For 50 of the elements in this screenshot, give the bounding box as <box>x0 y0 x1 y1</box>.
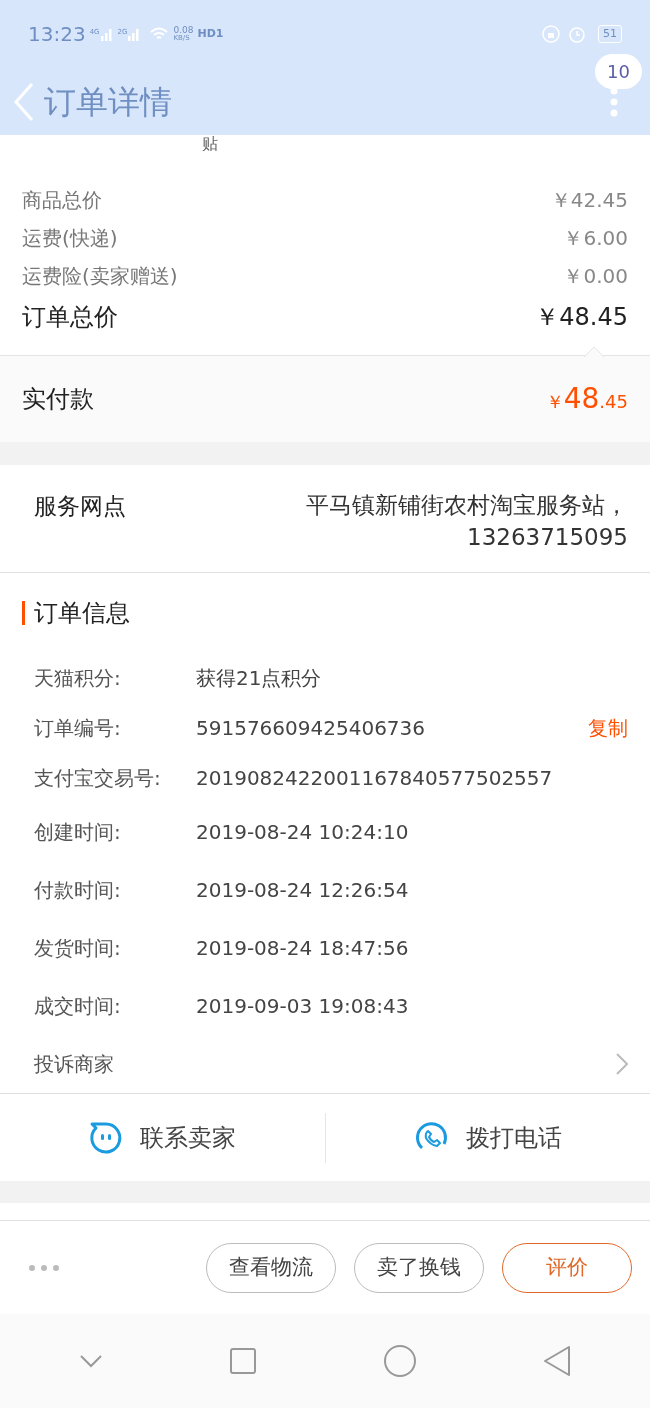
price-label: 商品总价 <box>22 187 102 214</box>
speed-value: 0.08 <box>173 26 194 34</box>
alarm-clock-icon <box>568 25 586 43</box>
contact-button[interactable]: 拨打电话 <box>413 1119 562 1156</box>
collapse-icon[interactable] <box>79 1354 103 1368</box>
info-value: 2019-08-24 18:47:56 <box>196 935 410 962</box>
info-label: 支付宝交易号: <box>34 765 162 792</box>
back-nav-icon[interactable] <box>543 1345 571 1377</box>
price-label: 运费(快递) <box>22 225 118 252</box>
hd-label: HD1 <box>197 25 224 42</box>
info-value: 2019-09-03 19:08:43 <box>196 993 410 1020</box>
cut-off-text: 贴 <box>202 135 219 153</box>
action-button[interactable]: 卖了换钱 <box>354 1242 484 1293</box>
price-label: 运费险(卖家赠送) <box>22 263 178 290</box>
info-label: 成交时间: <box>34 993 122 1020</box>
complaint-link[interactable]: 投诉商家 <box>34 1049 616 1079</box>
info-label: 订单编号: <box>34 715 122 742</box>
signal-icon <box>99 27 114 41</box>
info-label: 创建时间: <box>34 819 122 846</box>
info-value: 2019082422001167840577502557 <box>196 765 554 792</box>
price-value: ￥0.00 <box>563 263 628 290</box>
info-label: 付款时间: <box>34 877 122 904</box>
info-value: 2019-08-24 10:24:10 <box>196 819 410 846</box>
contact-button[interactable]: 联系卖家 <box>88 1119 237 1156</box>
paid-label: 实付款 <box>22 384 94 415</box>
more-icon[interactable] <box>28 1263 62 1272</box>
price-value: ￥48.45 <box>535 302 628 333</box>
price-value: ￥42.45 <box>550 187 628 214</box>
price-value: ￥6.00 <box>563 225 628 252</box>
section-title: 订单信息 <box>34 598 130 629</box>
service-value: 平马镇新铺街农村淘宝服务站，13263715095 <box>305 491 628 552</box>
home-icon[interactable] <box>383 1344 417 1378</box>
info-value: 获得21点积分 <box>196 665 323 692</box>
page-title: 订单详情 <box>44 81 172 123</box>
chevron-right-icon <box>616 1053 628 1075</box>
action-button[interactable]: 查看物流 <box>206 1242 336 1293</box>
service-label: 服务网点 <box>34 492 126 521</box>
status-time: 13:23 <box>28 21 86 48</box>
battery-indicator: 51 <box>598 25 622 43</box>
info-label: 发货时间: <box>34 935 122 962</box>
info-value: 2019-08-24 12:26:54 <box>196 877 410 904</box>
recent-apps-icon[interactable] <box>229 1347 257 1375</box>
wifi-icon <box>149 26 170 42</box>
info-label: 天猫积分: <box>34 665 122 692</box>
paid-amount: ￥48.45 <box>545 381 628 417</box>
notification-badge: 10 <box>595 54 642 89</box>
info-value: 591576609425406736 <box>196 715 427 742</box>
signal-icon <box>127 27 142 41</box>
lock-icon <box>542 25 560 43</box>
price-label: 订单总价 <box>22 302 118 333</box>
